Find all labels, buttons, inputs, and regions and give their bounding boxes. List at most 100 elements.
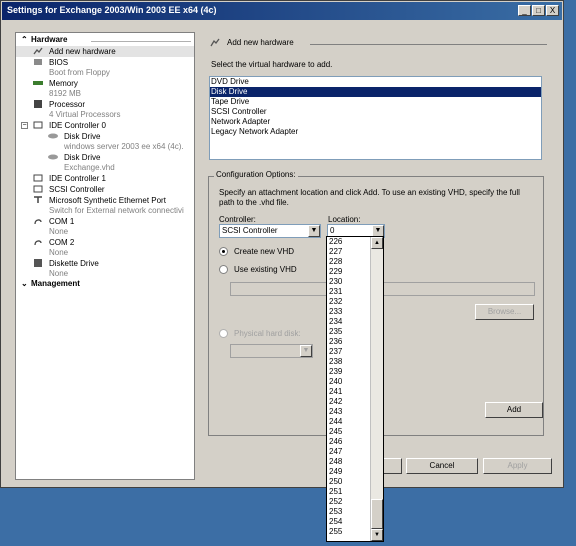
- title-bar[interactable]: Settings for Exchange 2003/Win 2003 EE x…: [2, 2, 562, 20]
- tree-item-label: Microsoft Synthetic Ethernet Port: [49, 196, 166, 205]
- apply-button[interactable]: Apply: [483, 458, 552, 474]
- dropdown-option[interactable]: 235: [327, 327, 371, 337]
- chevron-down-icon[interactable]: ▼: [300, 345, 312, 357]
- dropdown-option[interactable]: 242: [327, 397, 371, 407]
- add-button[interactable]: Add: [485, 402, 543, 418]
- network-adapter-icon: [34, 196, 42, 203]
- tree-item-detail: Switch for External network connectivi: [49, 206, 184, 215]
- dropdown-option[interactable]: 231: [327, 287, 371, 297]
- scsi-controller-icon: [33, 185, 43, 193]
- dropdown-option[interactable]: 229: [327, 267, 371, 277]
- memory-icon: [33, 81, 43, 85]
- dropdown-option[interactable]: 236: [327, 337, 371, 347]
- management-section-header[interactable]: ⌄ Management: [16, 279, 194, 290]
- scroll-down-icon[interactable]: ▼: [371, 529, 383, 541]
- dropdown-option[interactable]: 251: [327, 487, 371, 497]
- dropdown-option[interactable]: 227: [327, 247, 371, 257]
- tree-item-com-2[interactable]: COM 2 None: [16, 237, 194, 258]
- hardware-section-header[interactable]: ⌃ Hardware: [16, 35, 194, 46]
- list-item[interactable]: Legacy Network Adapter: [210, 127, 541, 137]
- dropdown-option[interactable]: 232: [327, 297, 371, 307]
- dropdown-option[interactable]: 247: [327, 447, 371, 457]
- tree-item-ide-controller-0[interactable]: − IDE Controller 0: [16, 120, 194, 131]
- tree-item-processor[interactable]: Processor 4 Virtual Processors: [16, 99, 194, 120]
- tree-item-add-new-hardware[interactable]: Add new hardware: [16, 46, 194, 57]
- tree-item-ide-controller-1[interactable]: IDE Controller 1: [16, 173, 194, 184]
- dropdown-option[interactable]: 239: [327, 367, 371, 377]
- minimize-button[interactable]: _: [518, 5, 531, 16]
- pane-header: Add new hardware: [207, 37, 547, 49]
- browse-button[interactable]: Browse...: [475, 304, 534, 320]
- tree-item-label: BIOS: [49, 58, 69, 67]
- scrollbar-thumb[interactable]: [371, 499, 383, 529]
- tree-item-ethernet-port[interactable]: Microsoft Synthetic Ethernet Port Switch…: [16, 195, 194, 216]
- cancel-button[interactable]: Cancel: [406, 458, 478, 474]
- dropdown-option[interactable]: 241: [327, 387, 371, 397]
- radio-label: Physical hard disk:: [234, 329, 301, 338]
- tree-item-memory[interactable]: Memory 8192 MB: [16, 78, 194, 99]
- dropdown-scrollbar[interactable]: ▲ ▼: [370, 237, 383, 541]
- chevron-down-icon[interactable]: ▼: [308, 225, 320, 237]
- list-item[interactable]: Network Adapter: [210, 117, 541, 127]
- dropdown-option[interactable]: 252: [327, 497, 371, 507]
- dropdown-option[interactable]: 245: [327, 427, 371, 437]
- collapse-icon: ⌃: [21, 35, 28, 44]
- tree-item-scsi-controller[interactable]: SCSI Controller: [16, 184, 194, 195]
- select-hardware-label: Select the virtual hardware to add.: [211, 60, 333, 69]
- collapse-tree-icon[interactable]: −: [21, 122, 28, 129]
- bios-icon: [34, 59, 42, 65]
- dropdown-option[interactable]: 238: [327, 357, 371, 367]
- controller-value: SCSI Controller: [222, 226, 278, 235]
- tree-item-detail: Boot from Floppy: [49, 68, 110, 77]
- maximize-button[interactable]: □: [532, 5, 545, 16]
- tree-item-detail: 8192 MB: [49, 89, 82, 98]
- dropdown-option[interactable]: 246: [327, 437, 371, 447]
- hardware-section-label: Hardware: [31, 35, 68, 44]
- physical-disk-select[interactable]: ▼: [230, 344, 313, 358]
- dropdown-option[interactable]: 253: [327, 507, 371, 517]
- location-dropdown-list[interactable]: 226 227 228 229 230 231 232 233 234 235 236 237 238 2…: [326, 236, 384, 542]
- dropdown-option[interactable]: 249: [327, 467, 371, 477]
- tree-item-com-1[interactable]: COM 1 None: [16, 216, 194, 237]
- tree-item-detail: None: [49, 269, 69, 278]
- list-item[interactable]: DVD Drive: [210, 77, 541, 87]
- dropdown-option[interactable]: 233: [327, 307, 371, 317]
- processor-icon: [34, 100, 42, 108]
- controller-select[interactable]: SCSI Controller ▼: [219, 224, 321, 238]
- section-divider: [91, 41, 191, 42]
- dropdown-option[interactable]: 240: [327, 377, 371, 387]
- dropdown-option[interactable]: 243: [327, 407, 371, 417]
- expand-icon: ⌄: [21, 279, 28, 288]
- radio-label: Create new VHD: [234, 247, 295, 256]
- list-item[interactable]: SCSI Controller: [210, 107, 541, 117]
- dropdown-option[interactable]: 237: [327, 347, 371, 357]
- controller-label: Controller:: [219, 215, 256, 224]
- close-button[interactable]: X: [546, 5, 559, 16]
- dropdown-option[interactable]: 248: [327, 457, 371, 467]
- tree-item-disk-drive-1[interactable]: Disk Drive windows server 2003 ee x64 (4…: [16, 131, 194, 152]
- dropdown-option[interactable]: 255: [327, 527, 371, 537]
- tree-item-label: SCSI Controller: [49, 185, 105, 194]
- hardware-tree: ⌃ Hardware Add new hardware BIOS Boot fro…: [15, 32, 195, 480]
- list-item[interactable]: Disk Drive: [210, 87, 541, 97]
- dropdown-option[interactable]: 234: [327, 317, 371, 327]
- dropdown-option[interactable]: 250: [327, 477, 371, 487]
- tree-item-label: Disk Drive: [64, 132, 101, 141]
- hardware-listbox[interactable]: DVD Drive Disk Drive Tape Drive SCSI Con…: [209, 76, 542, 160]
- dropdown-option[interactable]: 228: [327, 257, 371, 267]
- list-item[interactable]: Tape Drive: [210, 97, 541, 107]
- com-port-icon: [34, 219, 42, 225]
- dropdown-option[interactable]: 244: [327, 417, 371, 427]
- tree-item-bios[interactable]: BIOS Boot from Floppy: [16, 57, 194, 78]
- tree-item-label: COM 1: [49, 217, 75, 226]
- tree-item-disk-drive-2[interactable]: Disk Drive Exchange.vhd: [16, 152, 194, 173]
- dropdown-option[interactable]: 254: [327, 517, 371, 527]
- dropdown-option[interactable]: 230: [327, 277, 371, 287]
- tree-item-label: IDE Controller 0: [49, 121, 106, 130]
- radio-selected-icon: [219, 247, 228, 256]
- dropdown-options: 226 227 228 229 230 231 232 233 234 235 236 237 238 2…: [327, 237, 371, 537]
- tree-item-label: Memory: [49, 79, 78, 88]
- tree-item-diskette-drive[interactable]: Diskette Drive None: [16, 258, 194, 279]
- scroll-up-icon[interactable]: ▲: [371, 237, 383, 249]
- dropdown-option[interactable]: 226: [327, 237, 371, 247]
